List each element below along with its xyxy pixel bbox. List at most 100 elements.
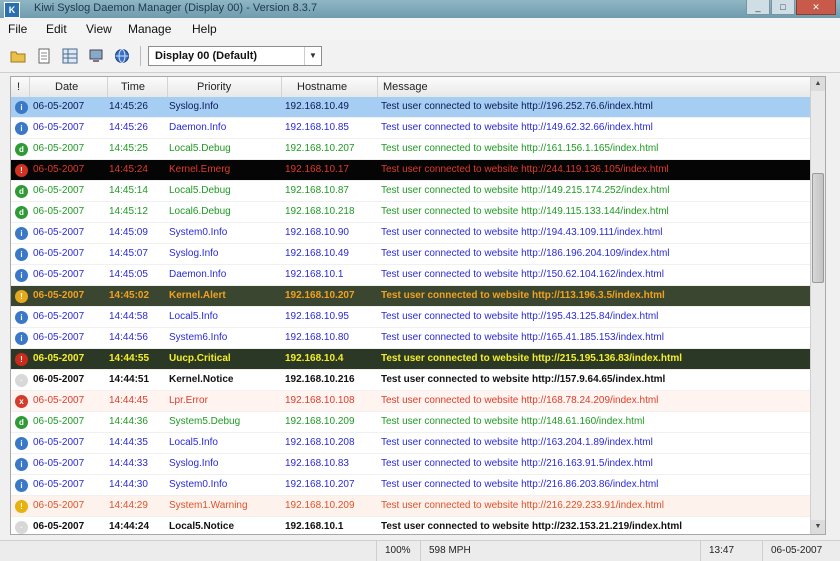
cell-message: Test user connected to website http://21… [381,479,659,490]
cell-hostname: 192.168.10.87 [285,185,349,196]
cell-priority: Local5.Info [169,311,218,322]
cell-time: 14:45:26 [109,122,148,133]
table-row[interactable]: · 06-05-2007 14:44:24 Local5.Notice 192.168.… [11,517,811,534]
folder-icon[interactable] [8,46,28,66]
status-percent: 100% [376,541,420,561]
menu-manage[interactable]: Manage [128,22,171,36]
cell-message: Test user connected to website http://21… [381,353,683,364]
table-row[interactable]: i 06-05-2007 14:44:33 Syslog.Info 192.168.10… [11,454,811,475]
cell-message: Test user connected to website http://15… [381,374,666,385]
menu-file[interactable]: File [8,22,27,36]
cell-priority: Syslog.Info [169,248,219,259]
maximize-button[interactable]: □ [771,0,795,15]
cell-time: 14:45:07 [109,248,148,259]
cell-hostname: 192.168.10.85 [285,122,349,133]
info-icon: i [15,227,28,240]
col-header-date[interactable]: Date [55,81,78,93]
table-row[interactable]: i 06-05-2007 14:44:35 Local5.Info 192.168.10… [11,433,811,454]
cell-priority: Local5.Info [169,437,218,448]
scrollbar-thumb[interactable] [812,173,824,283]
cell-date: 06-05-2007 [33,290,85,301]
cell-time: 14:44:55 [109,353,150,364]
cell-date: 06-05-2007 [33,311,85,322]
cell-date: 06-05-2007 [33,437,85,448]
info-icon: i [15,311,28,324]
cell-time: 14:44:56 [109,332,148,343]
cell-message: Test user connected to website http://14… [381,206,669,217]
cell-date: 06-05-2007 [33,248,85,259]
cell-date: 06-05-2007 [33,185,85,196]
chevron-down-icon[interactable]: ▼ [304,47,321,65]
col-header-time[interactable]: Time [121,81,145,93]
cell-priority: Local5.Debug [169,185,231,196]
cell-priority: System0.Info [169,227,228,238]
table-row[interactable]: d 06-05-2007 14:45:12 Local6.Debug 192.168.1… [11,202,811,223]
globe-icon[interactable] [112,46,132,66]
debug-icon: d [15,206,28,219]
cell-hostname: 192.168.10.80 [285,332,349,343]
col-header-severity[interactable]: ! [17,81,20,93]
window-title: Kiwi Syslog Daemon Manager (Display 00) … [34,2,318,14]
cell-hostname: 192.168.10.108 [285,395,355,406]
cell-message: Test user connected to website http://21… [381,458,653,469]
column-divider [107,77,108,97]
computer-icon[interactable] [86,46,106,66]
col-header-message[interactable]: Message [383,81,428,93]
col-header-priority[interactable]: Priority [197,81,231,93]
cell-time: 14:44:58 [109,311,148,322]
title-bar: K Kiwi Syslog Daemon Manager (Display 00… [0,0,840,18]
status-bar: 100% 598 MPH 13:47 06-05-2007 [0,540,840,561]
cell-time: 14:45:26 [109,101,148,112]
table-row[interactable]: ! 06-05-2007 14:44:29 System1.Warning 192.16… [11,496,811,517]
cell-hostname: 192.168.10.216 [285,374,355,385]
menu-help[interactable]: Help [192,22,217,36]
table-row[interactable]: ! 06-05-2007 14:45:24 Kernel.Emerg 192.168.1… [11,160,811,181]
vertical-scrollbar[interactable]: ▲ ▼ [810,77,825,534]
menu-edit[interactable]: Edit [46,22,67,36]
menu-view[interactable]: View [86,22,112,36]
cell-date: 06-05-2007 [33,101,85,112]
table-row[interactable]: i 06-05-2007 14:45:26 Daemon.Info 192.168.10… [11,118,811,139]
cell-priority: Local5.Debug [169,143,231,154]
table-row[interactable]: x 06-05-2007 14:44:45 Lpr.Error 192.168.10.1… [11,391,811,412]
cell-priority: Daemon.Info [169,269,227,280]
table-row[interactable]: i 06-05-2007 14:45:05 Daemon.Info 192.168.10… [11,265,811,286]
cell-message: Test user connected to website http://19… [381,227,663,238]
notice-icon: · [15,521,28,534]
col-header-hostname[interactable]: Hostname [297,81,347,93]
minimize-button[interactable]: _ [746,0,770,15]
cell-time: 14:44:33 [109,458,148,469]
status-rate: 598 MPH [420,541,700,561]
cell-time: 14:44:51 [109,374,150,385]
cell-message: Test user connected to website http://19… [381,311,659,322]
scroll-up-icon[interactable]: ▲ [811,77,825,91]
cell-priority: Daemon.Info [169,122,227,133]
table-row[interactable]: i 06-05-2007 14:44:58 Local5.Info 192.168.10… [11,307,811,328]
cell-date: 06-05-2007 [33,122,85,133]
table-row[interactable]: · 06-05-2007 14:44:51 Kernel.Notice 192.168.… [11,370,811,391]
cell-message: Test user connected to website http://16… [381,395,659,406]
scroll-down-icon[interactable]: ▼ [811,520,825,534]
warning-icon: ! [15,500,28,513]
cell-priority: Lpr.Error [169,395,208,406]
emergency-icon: ! [15,164,28,177]
grid-icon[interactable] [60,46,80,66]
cell-priority: Kernel.Notice [169,374,234,385]
table-row[interactable]: d 06-05-2007 14:45:14 Local5.Debug 192.168.1… [11,181,811,202]
table-row[interactable]: ! 06-05-2007 14:45:02 Kernel.Alert 192.168.1… [11,286,811,307]
table-row[interactable]: i 06-05-2007 14:45:07 Syslog.Info 192.168.10… [11,244,811,265]
table-row[interactable]: i 06-05-2007 14:45:09 System0.Info 192.168.1… [11,223,811,244]
document-icon[interactable] [34,46,54,66]
table-row[interactable]: i 06-05-2007 14:44:56 System6.Info 192.168.1… [11,328,811,349]
table-row[interactable]: i 06-05-2007 14:44:30 System0.Info 192.168.1… [11,475,811,496]
cell-date: 06-05-2007 [33,206,85,217]
close-button[interactable]: ✕ [796,0,836,15]
table-row[interactable]: i 06-05-2007 14:45:26 Syslog.Info 192.168.10… [11,97,811,118]
table-row[interactable]: d 06-05-2007 14:45:25 Local5.Debug 192.168.1… [11,139,811,160]
column-divider [281,77,282,97]
cell-date: 06-05-2007 [33,227,85,238]
table-row[interactable]: d 06-05-2007 14:44:36 System5.Debug 192.168.… [11,412,811,433]
cell-time: 14:45:24 [109,164,148,175]
display-select[interactable]: Display 00 (Default) ▼ [148,46,322,66]
table-row[interactable]: ! 06-05-2007 14:44:55 Uucp.Critical 192.168.… [11,349,811,370]
